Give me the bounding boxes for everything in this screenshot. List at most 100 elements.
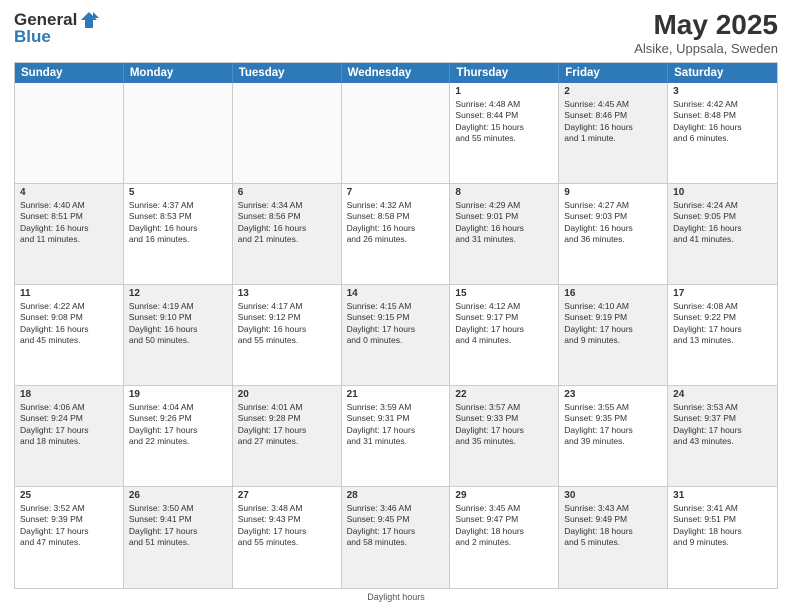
cell-line: Daylight: 18 hours <box>564 526 662 537</box>
day-number: 4 <box>20 187 118 198</box>
cell-line: and 21 minutes. <box>238 234 336 245</box>
cell-line: Sunset: 9:01 PM <box>455 211 553 222</box>
cell-line: Daylight: 17 hours <box>455 425 553 436</box>
cell-line: Sunrise: 4:08 AM <box>673 301 772 312</box>
cal-cell <box>233 83 342 183</box>
cal-cell: 20Sunrise: 4:01 AMSunset: 9:28 PMDayligh… <box>233 386 342 486</box>
cell-line: Daylight: 16 hours <box>238 223 336 234</box>
cell-line: Daylight: 18 hours <box>673 526 772 537</box>
day-number: 5 <box>129 187 227 198</box>
cell-line: Sunrise: 3:50 AM <box>129 503 227 514</box>
cal-cell: 1Sunrise: 4:48 AMSunset: 8:44 PMDaylight… <box>450 83 559 183</box>
cell-line: and 13 minutes. <box>673 335 772 346</box>
day-number: 31 <box>673 490 772 501</box>
cell-line: Sunset: 8:44 PM <box>455 110 553 121</box>
cell-line: Sunset: 9:51 PM <box>673 514 772 525</box>
cell-line: Daylight: 17 hours <box>20 425 118 436</box>
cell-line: Sunset: 9:22 PM <box>673 312 772 323</box>
cell-line: Sunrise: 4:34 AM <box>238 200 336 211</box>
cal-cell: 23Sunrise: 3:55 AMSunset: 9:35 PMDayligh… <box>559 386 668 486</box>
cell-line: Sunset: 9:39 PM <box>20 514 118 525</box>
cell-line: Sunset: 8:48 PM <box>673 110 772 121</box>
cell-line: and 9 minutes. <box>564 335 662 346</box>
cell-line: Sunrise: 4:40 AM <box>20 200 118 211</box>
cell-line: Sunset: 9:05 PM <box>673 211 772 222</box>
cell-line: and 22 minutes. <box>129 436 227 447</box>
cell-line: Sunset: 8:51 PM <box>20 211 118 222</box>
day-number: 13 <box>238 288 336 299</box>
cell-line: Daylight: 16 hours <box>129 324 227 335</box>
day-number: 25 <box>20 490 118 501</box>
cal-header-cell: Saturday <box>668 63 777 83</box>
calendar-header: SundayMondayTuesdayWednesdayThursdayFrid… <box>15 63 777 83</box>
cell-line: Sunset: 9:10 PM <box>129 312 227 323</box>
day-number: 24 <box>673 389 772 400</box>
cell-line: Sunset: 9:08 PM <box>20 312 118 323</box>
calendar: SundayMondayTuesdayWednesdayThursdayFrid… <box>14 62 778 589</box>
cell-line: Daylight: 17 hours <box>564 425 662 436</box>
cell-line: Daylight: 16 hours <box>564 223 662 234</box>
cal-cell: 25 Sunrise: 3:52 AMSunset: 9:39 PMDayligh… <box>15 487 124 588</box>
cell-line: Sunrise: 4:12 AM <box>455 301 553 312</box>
cell-line: Sunset: 9:28 PM <box>238 413 336 424</box>
cal-cell: 22Sunrise: 3:57 AMSunset: 9:33 PMDayligh… <box>450 386 559 486</box>
cell-line: and 55 minutes. <box>455 133 553 144</box>
cal-header-cell: Thursday <box>450 63 559 83</box>
cell-line: and 35 minutes. <box>455 436 553 447</box>
cal-cell: 24Sunrise: 3:53 AMSunset: 9:37 PMDayligh… <box>668 386 777 486</box>
cell-line: Sunset: 9:43 PM <box>238 514 336 525</box>
cell-line: and 50 minutes. <box>129 335 227 346</box>
cell-line: Sunset: 9:31 PM <box>347 413 445 424</box>
day-number: 28 <box>347 490 445 501</box>
day-number: 17 <box>673 288 772 299</box>
cal-cell: 31Sunrise: 3:41 AMSunset: 9:51 PMDayligh… <box>668 487 777 588</box>
cal-cell: 4Sunrise: 4:40 AMSunset: 8:51 PMDaylight… <box>15 184 124 284</box>
cell-line: Daylight: 16 hours <box>455 223 553 234</box>
cal-header-cell: Tuesday <box>233 63 342 83</box>
cal-cell: 8Sunrise: 4:29 AMSunset: 9:01 PMDaylight… <box>450 184 559 284</box>
cell-line: Sunset: 9:35 PM <box>564 413 662 424</box>
cell-line: Daylight: 16 hours <box>564 122 662 133</box>
cal-cell <box>342 83 451 183</box>
cell-line: Sunrise: 3:57 AM <box>455 402 553 413</box>
day-number: 19 <box>129 389 227 400</box>
cell-line: Daylight: 18 hours <box>455 526 553 537</box>
page: General Blue May 2025 Alsike, Uppsala, S… <box>0 0 792 612</box>
cell-line: Sunrise: 4:10 AM <box>564 301 662 312</box>
cell-line: and 6 minutes. <box>673 133 772 144</box>
cal-header-cell: Sunday <box>15 63 124 83</box>
day-number: 26 <box>129 490 227 501</box>
cell-line: Daylight: 17 hours <box>455 324 553 335</box>
cell-line: and 47 minutes. <box>20 537 118 548</box>
header: General Blue May 2025 Alsike, Uppsala, S… <box>14 10 778 56</box>
day-number: 1 <box>455 86 553 97</box>
cell-line: Sunrise: 4:22 AM <box>20 301 118 312</box>
cell-line: Sunrise: 3:59 AM <box>347 402 445 413</box>
day-number: 12 <box>129 288 227 299</box>
cal-cell: 16Sunrise: 4:10 AMSunset: 9:19 PMDayligh… <box>559 285 668 385</box>
cell-line: Sunset: 9:41 PM <box>129 514 227 525</box>
cell-line: Sunrise: 4:27 AM <box>564 200 662 211</box>
cal-week: 11Sunrise: 4:22 AMSunset: 9:08 PMDayligh… <box>15 285 777 386</box>
cell-line: and 27 minutes. <box>238 436 336 447</box>
cal-cell: 21Sunrise: 3:59 AMSunset: 9:31 PMDayligh… <box>342 386 451 486</box>
cell-line: and 36 minutes. <box>564 234 662 245</box>
cell-line: Daylight: 16 hours <box>129 223 227 234</box>
logo: General Blue <box>14 10 99 47</box>
cal-cell: 10Sunrise: 4:24 AMSunset: 9:05 PMDayligh… <box>668 184 777 284</box>
cell-line: Sunrise: 4:32 AM <box>347 200 445 211</box>
cell-line: Daylight: 17 hours <box>20 526 118 537</box>
cell-line: Daylight: 16 hours <box>20 324 118 335</box>
cal-cell <box>15 83 124 183</box>
cell-line: and 31 minutes. <box>347 436 445 447</box>
cell-line: and 39 minutes. <box>564 436 662 447</box>
cell-line: Sunset: 8:56 PM <box>238 211 336 222</box>
location: Alsike, Uppsala, Sweden <box>634 41 778 56</box>
cell-line: Sunset: 9:19 PM <box>564 312 662 323</box>
cal-cell: 3Sunrise: 4:42 AMSunset: 8:48 PMDaylight… <box>668 83 777 183</box>
cell-line: Sunset: 9:37 PM <box>673 413 772 424</box>
cell-line: Sunrise: 4:06 AM <box>20 402 118 413</box>
cell-line: and 55 minutes. <box>238 537 336 548</box>
cal-cell: 12Sunrise: 4:19 AMSunset: 9:10 PMDayligh… <box>124 285 233 385</box>
cell-line: Sunrise: 3:52 AM <box>20 503 118 514</box>
